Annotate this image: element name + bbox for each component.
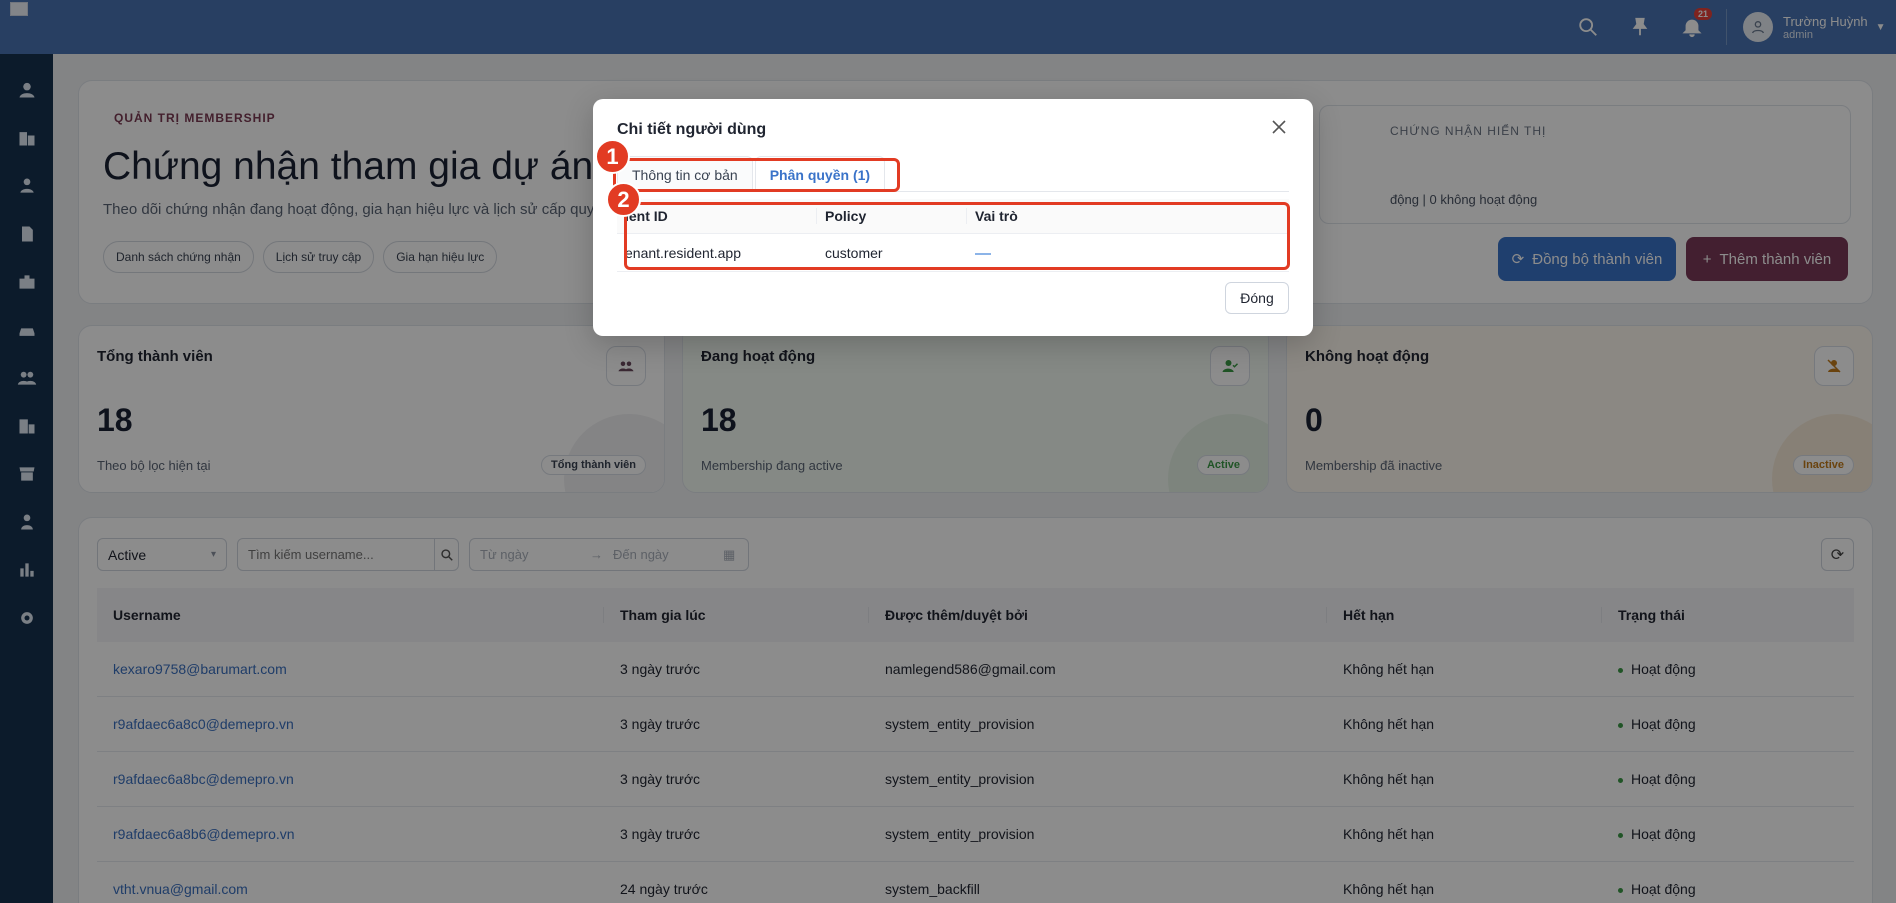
annotation-marker-2: 2: [606, 182, 641, 217]
modal-title: Chi tiết người dùng: [617, 121, 767, 138]
tab-highlight: [613, 158, 900, 192]
annotation-marker-1: 1: [595, 139, 630, 174]
close-icon[interactable]: [1269, 117, 1289, 137]
table-highlight: [624, 202, 1290, 270]
close-button[interactable]: Đóng: [1225, 282, 1289, 314]
